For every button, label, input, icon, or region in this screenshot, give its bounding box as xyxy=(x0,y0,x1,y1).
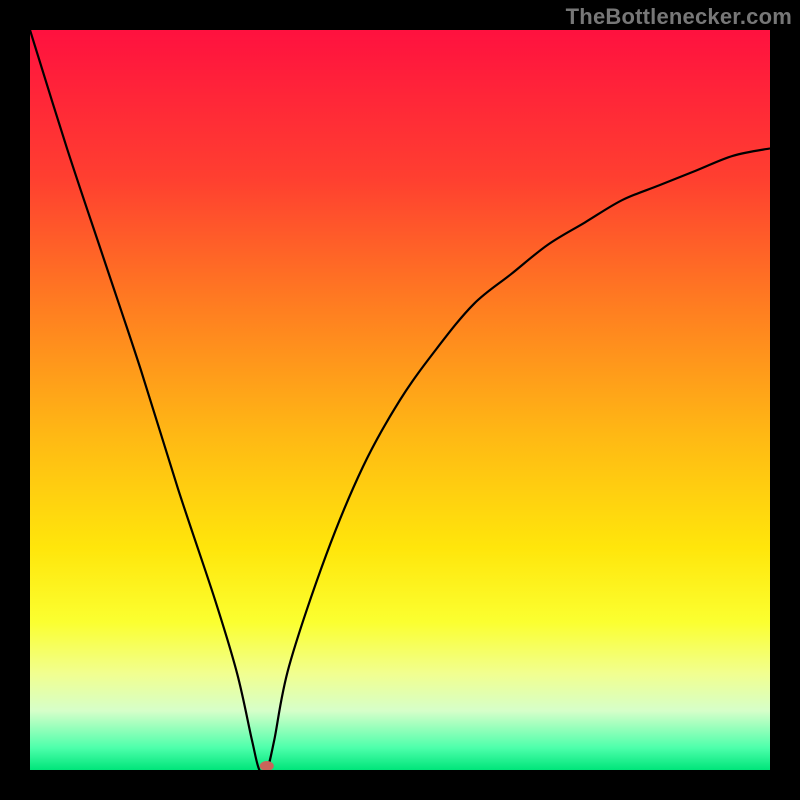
chart-frame: TheBottlenecker.com xyxy=(0,0,800,800)
plot-area xyxy=(30,30,770,770)
bottleneck-chart-svg xyxy=(30,30,770,770)
attribution-label: TheBottlenecker.com xyxy=(566,4,792,30)
